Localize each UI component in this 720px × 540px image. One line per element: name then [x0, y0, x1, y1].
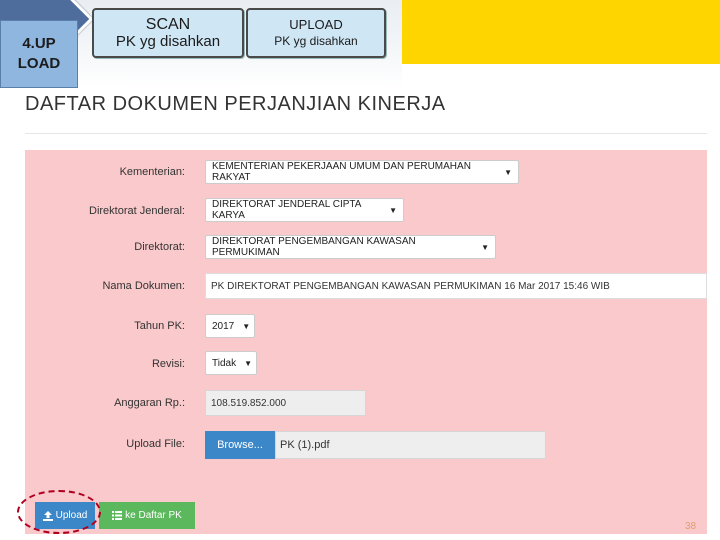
page-number: 38 [685, 521, 697, 532]
form-label-column: Kementerian: Direktorat Jenderal: Direkt… [25, 150, 185, 534]
banner-accent-bar [402, 0, 720, 64]
upload-file-label: Upload File: [126, 438, 185, 450]
chevron-down-icon: ▼ [389, 205, 397, 215]
kementerian-value: KEMENTERIAN PEKERJAAN UMUM DAN PERUMAHAN… [212, 161, 471, 183]
chevron-down-icon: ▼ [481, 242, 489, 252]
nama-dokumen-input[interactable]: PK DIREKTORAT PENGEMBANGAN KAWASAN PERMU… [205, 273, 707, 299]
direktorat-value: DIREKTORAT PENGEMBANGAN KAWASAN PERMUKIM… [212, 236, 416, 258]
revisi-select[interactable]: Tidak ▼ [205, 351, 257, 375]
upload-step-title: UPLOAD [289, 17, 343, 32]
tahun-pk-label: Tahun PK: [134, 320, 185, 332]
scan-step-title: SCAN [145, 16, 191, 33]
back-to-list-button[interactable]: ke Daftar PK [99, 502, 195, 529]
browse-button[interactable]: Browse... [205, 431, 275, 459]
scan-step-subtitle: PK yg disahkan [115, 33, 221, 50]
direktorat-jenderal-select[interactable]: DIREKTORAT JENDERAL CIPTA KARYA ▼ [205, 198, 404, 222]
direktorat-jenderal-label: Direktorat Jenderal: [89, 205, 185, 217]
upload-step-subtitle: PK yg disahkan [274, 34, 358, 48]
direktorat-select[interactable]: DIREKTORAT PENGEMBANGAN KAWASAN PERMUKIM… [205, 235, 496, 259]
top-banner: 4.UP LOAD SCAN PK yg disahkan UPLOAD PK … [0, 0, 720, 88]
chevron-down-icon: ▼ [244, 358, 253, 368]
revisi-value: Tidak [212, 357, 237, 369]
list-icon [112, 511, 123, 520]
scan-step-box: SCAN PK yg disahkan [92, 8, 244, 58]
back-to-list-label: ke Daftar PK [125, 510, 182, 521]
file-name-field[interactable]: PK (1).pdf [275, 431, 546, 459]
anggaran-input[interactable]: 108.519.852.000 [205, 390, 366, 416]
revisi-label: Revisi: [151, 358, 185, 370]
chevron-down-icon: ▼ [242, 321, 251, 331]
direktorat-jenderal-value: DIREKTORAT JENDERAL CIPTA KARYA [212, 199, 361, 221]
tahun-pk-value: 2017 [212, 320, 235, 332]
kementerian-select[interactable]: KEMENTERIAN PEKERJAAN UMUM DAN PERUMAHAN… [205, 160, 519, 184]
highlight-circle [17, 490, 101, 534]
upload-step-box: UPLOAD PK yg disahkan [246, 8, 386, 58]
document-form-panel: Kementerian: Direktorat Jenderal: Direkt… [17, 150, 707, 534]
anggaran-value: 108.519.852.000 [211, 397, 287, 409]
title-divider [25, 133, 707, 134]
step-badge: 4.UP LOAD [0, 20, 78, 88]
tahun-pk-select[interactable]: 2017 ▼ [205, 314, 255, 338]
file-name-value: PK (1).pdf [280, 439, 330, 451]
nama-dokumen-label: Nama Dokumen: [102, 280, 185, 292]
chevron-down-icon: ▼ [504, 167, 512, 177]
page-title: DAFTAR DOKUMEN PERJANJIAN KINERJA [25, 93, 446, 115]
kementerian-label: Kementerian: [119, 166, 185, 178]
direktorat-label: Direktorat: [134, 241, 185, 253]
nama-dokumen-value: PK DIREKTORAT PENGEMBANGAN KAWASAN PERMU… [211, 280, 610, 292]
anggaran-label: Anggaran Rp.: [114, 397, 185, 409]
step-badge-label: 4.UP LOAD [17, 35, 61, 72]
